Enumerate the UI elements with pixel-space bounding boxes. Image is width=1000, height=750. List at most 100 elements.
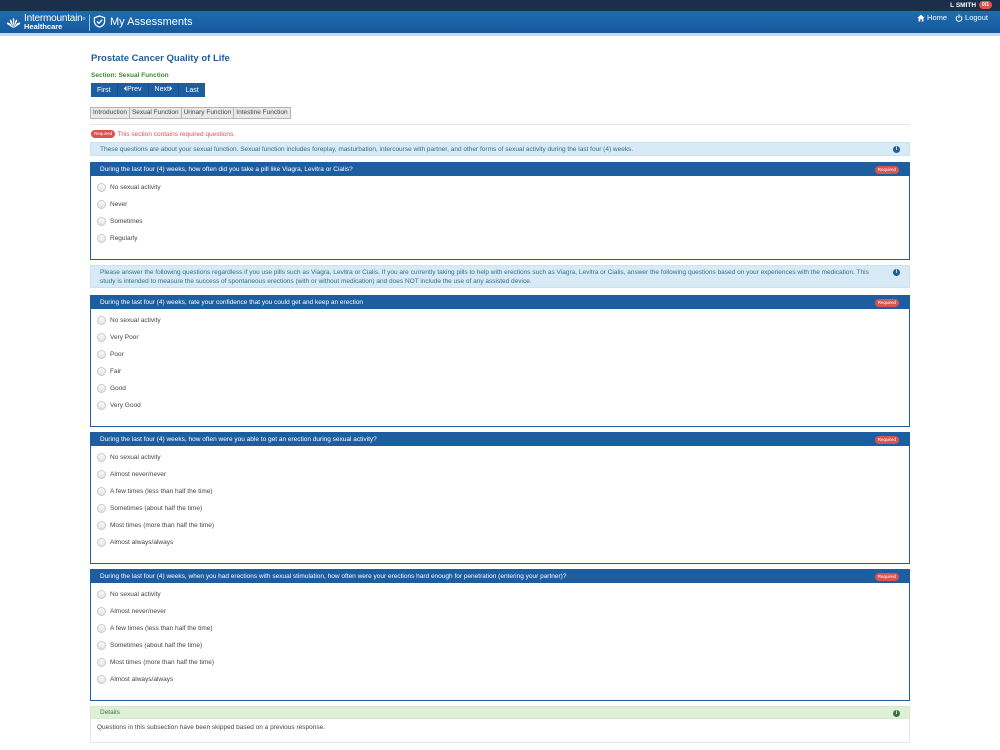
question-text: During the last four (4) weeks, how ofte…: [100, 166, 353, 173]
required-badge: Required: [874, 435, 899, 444]
option-label: No sexual activity: [110, 454, 161, 461]
required-note-text: This section contains required questions…: [117, 130, 236, 138]
question-text: During the last four (4) weeks, rate you…: [100, 299, 364, 306]
info-alert-medication: Please answer the following questions re…: [90, 265, 910, 288]
radio-option[interactable]: Most times (more than half the time): [91, 517, 909, 534]
question-header: During the last four (4) weeks, when you…: [91, 570, 909, 583]
radio-button[interactable]: [97, 624, 106, 633]
radio-button[interactable]: [97, 384, 106, 393]
info-icon: i: [893, 710, 900, 717]
intermountain-logo[interactable]: Intermountain® Healthcare: [6, 14, 85, 31]
info-text: These questions are about your sexual fu…: [100, 146, 634, 153]
question-card-pill-usage: During the last four (4) weeks, how ofte…: [90, 162, 910, 260]
radio-button[interactable]: [97, 183, 106, 192]
option-label: No sexual activity: [110, 184, 161, 191]
tab-introduction[interactable]: Introduction: [90, 107, 130, 119]
tab-intestine-function[interactable]: Intestine Function: [233, 107, 291, 119]
required-note: Required This section contains required …: [91, 130, 235, 138]
next-button[interactable]: Next⏵: [148, 83, 180, 97]
radio-option[interactable]: Very Good: [91, 397, 909, 414]
radio-button[interactable]: [97, 200, 106, 209]
radio-button[interactable]: [97, 350, 106, 359]
app-title[interactable]: My Assessments: [89, 15, 193, 31]
radio-option[interactable]: A few times (less than half the time): [91, 483, 909, 500]
option-label: No sexual activity: [110, 591, 161, 598]
question-card-erection-confidence: During the last four (4) weeks, rate you…: [90, 295, 910, 427]
tab-urinary-function[interactable]: Urinary Function: [180, 107, 235, 119]
user-menu[interactable]: L SMITH 0/1: [950, 1, 992, 9]
radio-button[interactable]: [97, 234, 106, 243]
option-label: Sometimes (about half the time): [110, 505, 203, 512]
first-button[interactable]: First: [91, 83, 118, 97]
option-label: Good: [110, 385, 126, 392]
radio-option[interactable]: Regularly: [91, 230, 909, 247]
option-label: Regularly: [110, 235, 138, 242]
radio-button[interactable]: [97, 658, 106, 667]
option-list: No sexual activity Almost never/never A …: [91, 446, 909, 551]
radio-option[interactable]: Most times (more than half the time): [91, 654, 909, 671]
next-label: Next: [154, 86, 169, 93]
option-label: Sometimes: [110, 218, 143, 225]
header-nav: Home Logout: [917, 13, 988, 22]
logout-link[interactable]: Logout: [955, 13, 988, 22]
prev-label: Prev: [127, 86, 142, 93]
radio-option[interactable]: No sexual activity: [91, 179, 909, 196]
question-header: During the last four (4) weeks, how ofte…: [91, 433, 909, 446]
radio-button[interactable]: [97, 590, 106, 599]
radio-button[interactable]: [97, 504, 106, 513]
option-label: Almost always/always: [110, 539, 174, 546]
radio-option[interactable]: Very Poor: [91, 329, 909, 346]
top-strip: L SMITH 0/1: [0, 0, 1000, 11]
power-icon: [955, 13, 963, 22]
radio-option[interactable]: Sometimes (about half the time): [91, 637, 909, 654]
radio-option[interactable]: Poor: [91, 346, 909, 363]
radio-button[interactable]: [97, 367, 106, 376]
option-label: Fair: [110, 368, 122, 375]
radio-button[interactable]: [97, 217, 106, 226]
radio-button[interactable]: [97, 316, 106, 325]
prev-button[interactable]: ⏴Prev: [117, 83, 149, 97]
radio-option[interactable]: No sexual activity: [91, 312, 909, 329]
radio-option[interactable]: No sexual activity: [91, 449, 909, 466]
option-label: Very Poor: [110, 334, 139, 341]
option-label: Sometimes (about half the time): [110, 642, 203, 649]
home-label: Home: [927, 13, 948, 22]
shield-check-icon: [93, 15, 106, 28]
radio-option[interactable]: Sometimes (about half the time): [91, 500, 909, 517]
last-button[interactable]: Last: [179, 83, 205, 97]
radio-button[interactable]: [97, 401, 106, 410]
radio-button[interactable]: [97, 538, 106, 547]
info-text: Please answer the following questions re…: [100, 269, 869, 285]
radio-option[interactable]: Almost always/always: [91, 671, 909, 688]
radio-option[interactable]: Sometimes: [91, 213, 909, 230]
section-tabs: Introduction Sexual Function Urinary Fun…: [90, 107, 291, 119]
radio-option[interactable]: Almost never/never: [91, 603, 909, 620]
tab-sexual-function[interactable]: Sexual Function: [128, 107, 182, 119]
option-list: No sexual activity Almost never/never A …: [91, 583, 909, 688]
radio-button[interactable]: [97, 470, 106, 479]
radio-button[interactable]: [97, 333, 106, 342]
option-label: Most times (more than half the time): [110, 659, 215, 666]
radio-option[interactable]: Fair: [91, 363, 909, 380]
option-label: Very Good: [110, 402, 141, 409]
radio-option[interactable]: Almost never/never: [91, 466, 909, 483]
home-link[interactable]: Home: [917, 13, 947, 22]
radio-button[interactable]: [97, 607, 106, 616]
radio-button[interactable]: [97, 521, 106, 530]
info-icon: i: [893, 269, 900, 276]
info-alert-sexual-function: These questions are about your sexual fu…: [90, 142, 910, 156]
radio-button[interactable]: [97, 487, 106, 496]
radio-button[interactable]: [97, 641, 106, 650]
radio-option[interactable]: A few times (less than half the time): [91, 620, 909, 637]
app-header: Intermountain® Healthcare My Assessments…: [0, 11, 1000, 36]
radio-button[interactable]: [97, 675, 106, 684]
radio-option[interactable]: Good: [91, 380, 909, 397]
radio-option[interactable]: Almost always/always: [91, 534, 909, 551]
details-body: Questions in this subsection have been s…: [90, 719, 910, 743]
details-header[interactable]: Details i: [90, 706, 910, 719]
option-label: A few times (less than half the time): [110, 625, 213, 632]
radio-button[interactable]: [97, 453, 106, 462]
radio-option[interactable]: Never: [91, 196, 909, 213]
radio-option[interactable]: No sexual activity: [91, 586, 909, 603]
required-badge: Required: [874, 165, 899, 174]
